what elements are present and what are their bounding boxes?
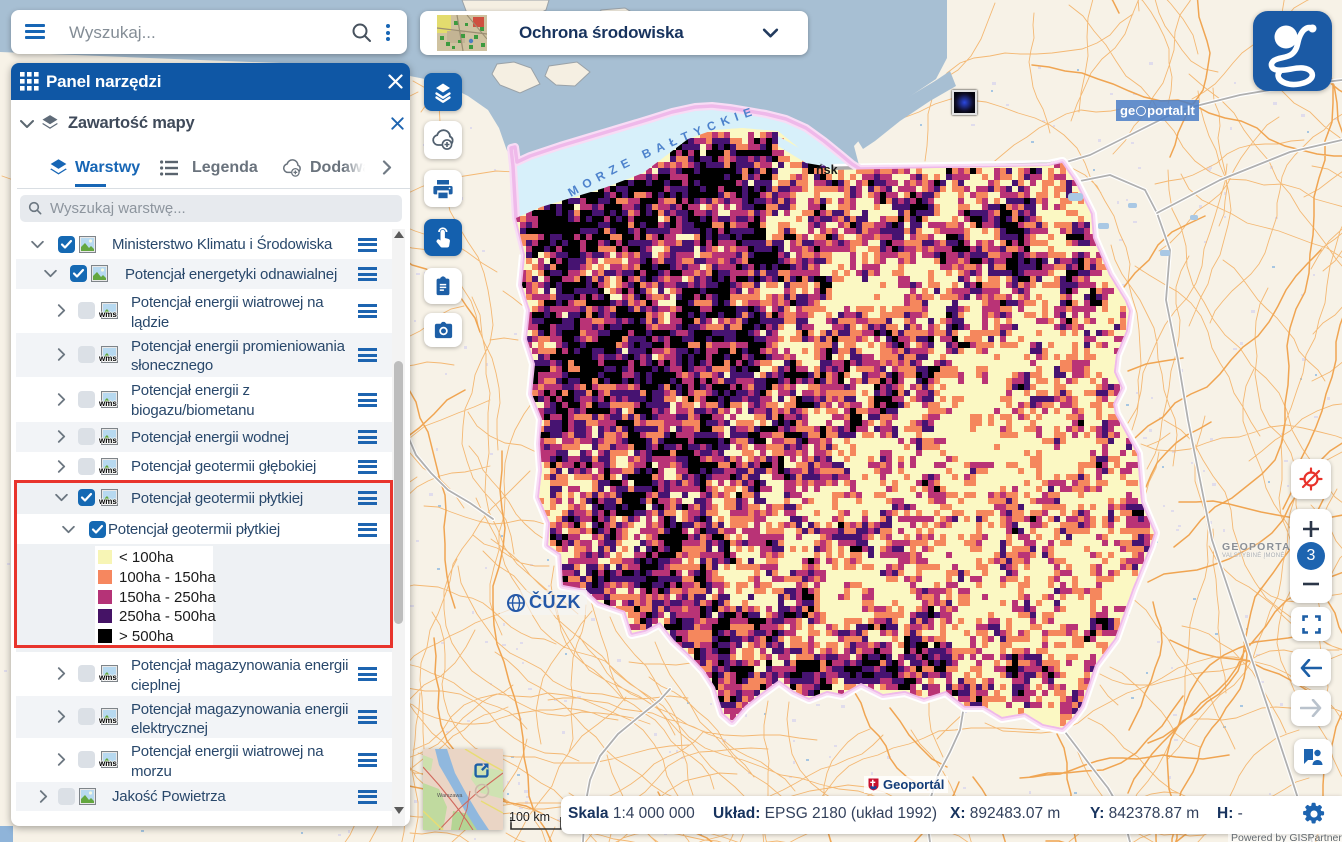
svg-text:Warszawa: Warszawa [437, 793, 463, 799]
